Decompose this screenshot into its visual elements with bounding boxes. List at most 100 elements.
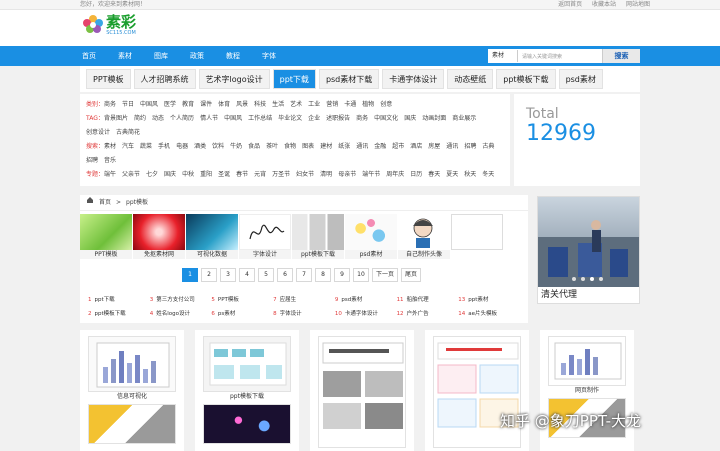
category-link[interactable]: 中秋: [182, 168, 194, 182]
category-link[interactable]: 周年庆: [386, 168, 404, 182]
category-link[interactable]: 冬天: [482, 168, 494, 182]
last-page-button[interactable]: 尾页: [401, 268, 422, 282]
category-link[interactable]: 牛奶: [230, 140, 242, 154]
thumb-item[interactable]: psd素材: [345, 214, 397, 259]
page-number-button[interactable]: 8: [315, 268, 331, 282]
category-link[interactable]: 动态: [152, 112, 164, 126]
page-number-button[interactable]: 9: [334, 268, 350, 282]
category-link[interactable]: 工作总结: [248, 112, 272, 126]
carousel-dot[interactable]: [599, 277, 603, 281]
rank-item[interactable]: 13 ppt素材: [458, 295, 520, 308]
category-link[interactable]: 通讯: [356, 140, 368, 154]
category-link[interactable]: 秋天: [464, 168, 476, 182]
category-link[interactable]: 清明: [320, 168, 332, 182]
material-card[interactable]: ppt模板下载: [195, 330, 299, 451]
category-link[interactable]: 元宵: [254, 168, 266, 182]
category-link[interactable]: 春节: [236, 168, 248, 182]
page-number-button[interactable]: 1: [182, 268, 198, 282]
category-link[interactable]: 个人简历: [170, 112, 194, 126]
category-link[interactable]: 节日: [122, 98, 134, 112]
category-link[interactable]: 日历: [410, 168, 422, 182]
category-link[interactable]: 素材: [104, 140, 116, 154]
category-link[interactable]: 春天: [428, 168, 440, 182]
nav-item-font[interactable]: 字体: [262, 51, 276, 61]
nav-item-home[interactable]: 首页: [82, 51, 96, 61]
category-link[interactable]: 房屋: [428, 140, 440, 154]
category-link[interactable]: 工业: [308, 98, 320, 112]
page-number-button[interactable]: 4: [239, 268, 255, 282]
category-link[interactable]: 夏天: [446, 168, 458, 182]
rank-item[interactable]: 1 ppt下载: [88, 295, 150, 308]
rank-item[interactable]: 7 应届生: [273, 295, 335, 308]
category-link[interactable]: 纸张: [338, 140, 350, 154]
category-link[interactable]: 七夕: [146, 168, 158, 182]
tab-ppt-download[interactable]: ppt下载: [272, 69, 316, 89]
category-link[interactable]: 图表: [302, 140, 314, 154]
thumb-item[interactable]: [451, 214, 503, 259]
rank-item[interactable]: 4 姓名logo设计: [150, 309, 212, 322]
thumb-item[interactable]: 字体设计: [239, 214, 291, 259]
category-link[interactable]: 端午: [104, 168, 116, 182]
thumb-item[interactable]: 可视化数据: [186, 214, 238, 259]
page-number-button[interactable]: 10: [353, 268, 369, 282]
category-link[interactable]: 电器: [176, 140, 188, 154]
tab-recruit-system[interactable]: 人才招聘系统: [133, 69, 196, 89]
page-number-button[interactable]: 7: [296, 268, 312, 282]
category-link[interactable]: 酒店: [410, 140, 422, 154]
tab-psd-download[interactable]: psd素材下载: [318, 69, 380, 89]
category-link[interactable]: 植物: [362, 98, 374, 112]
category-link[interactable]: 背景图片: [104, 112, 128, 126]
carousel-dot[interactable]: [581, 277, 585, 281]
rank-item[interactable]: 9 psd素材: [335, 295, 397, 308]
category-link[interactable]: 生活: [272, 98, 284, 112]
rank-item[interactable]: 12 户外广告: [397, 309, 459, 322]
page-number-button[interactable]: 6: [277, 268, 293, 282]
category-link[interactable]: 风景: [236, 98, 248, 112]
material-card[interactable]: 网页制作: [540, 330, 634, 451]
bookmark-link[interactable]: 收藏本站: [592, 1, 616, 8]
tab-logo-design[interactable]: 艺术字logo设计: [198, 69, 270, 89]
category-link[interactable]: 母亲节: [338, 168, 356, 182]
rank-item[interactable]: 6 ps素材: [211, 309, 273, 322]
thumb-item[interactable]: ppt模板下载: [292, 214, 344, 259]
category-link[interactable]: 手机: [158, 140, 170, 154]
category-link[interactable]: 创意设计: [86, 126, 110, 140]
category-link[interactable]: 情人节: [200, 112, 218, 126]
category-link[interactable]: 简约: [134, 112, 146, 126]
category-link[interactable]: 艺术: [290, 98, 302, 112]
search-button[interactable]: 搜索: [602, 49, 640, 63]
category-link[interactable]: 国庆: [404, 112, 416, 126]
tab-live-wallpaper[interactable]: 动态壁纸: [447, 69, 494, 89]
category-link[interactable]: 招聘: [86, 154, 98, 168]
rank-item[interactable]: 3 第三方支付公司: [150, 295, 212, 308]
rank-item[interactable]: 2 ppt模板下载: [88, 309, 150, 322]
category-link[interactable]: 圣诞: [218, 168, 230, 182]
category-link[interactable]: 医学: [164, 98, 176, 112]
category-link[interactable]: 食物: [284, 140, 296, 154]
side-banner[interactable]: 清关代理: [537, 196, 640, 304]
category-link[interactable]: 汽车: [122, 140, 134, 154]
category-link[interactable]: 通讯: [446, 140, 458, 154]
category-link[interactable]: 父亲节: [122, 168, 140, 182]
nav-item-policy[interactable]: 政策: [190, 51, 204, 61]
category-link[interactable]: 茶叶: [266, 140, 278, 154]
category-link[interactable]: 国庆: [164, 168, 176, 182]
breadcrumb-home[interactable]: 首页: [99, 195, 111, 211]
tab-psd-material[interactable]: psd素材: [558, 69, 603, 89]
rank-item[interactable]: 5 PPT模板: [211, 295, 273, 308]
category-link[interactable]: 企业: [308, 112, 320, 126]
category-link[interactable]: 妇女节: [296, 168, 314, 182]
rank-item[interactable]: 8 字体设计: [273, 309, 335, 322]
category-link[interactable]: 卡通: [344, 98, 356, 112]
category-link[interactable]: 超市: [392, 140, 404, 154]
category-link[interactable]: 毕业论文: [278, 112, 302, 126]
category-link[interactable]: 中国风: [224, 112, 242, 126]
search-category-select[interactable]: 素材: [488, 50, 518, 62]
thumb-item[interactable]: PPT模板: [80, 214, 132, 259]
sitemap-link[interactable]: 网站地图: [626, 1, 650, 8]
material-card[interactable]: 信息可视化: [80, 330, 184, 451]
site-logo[interactable]: 素彩 SC115.COM: [80, 14, 136, 36]
material-card[interactable]: [425, 330, 529, 451]
category-link[interactable]: 动画封面: [422, 112, 446, 126]
category-link[interactable]: 中国文化: [374, 112, 398, 126]
